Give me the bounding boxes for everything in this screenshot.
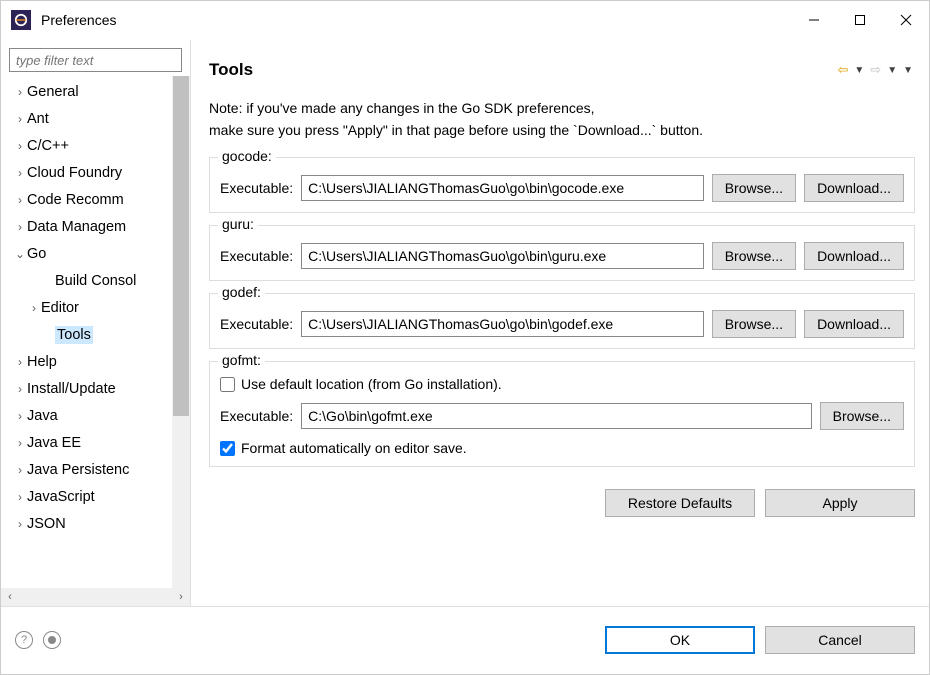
nav-forward-icon[interactable]: ⇨ xyxy=(868,62,883,78)
guru-download-button[interactable]: Download... xyxy=(804,242,904,270)
dialog-footer: ? OK Cancel xyxy=(1,606,929,672)
tree-item-cpp[interactable]: ›C/C++ xyxy=(1,132,170,159)
gofmt-browse-button[interactable]: Browse... xyxy=(820,402,904,430)
tree-item-tools[interactable]: ›Tools xyxy=(1,321,170,348)
title-bar: Preferences xyxy=(1,1,929,39)
nav-back-icon[interactable]: ⇦ xyxy=(835,62,850,78)
nav-menu-icon[interactable]: ▼ xyxy=(901,65,915,76)
group-title-guru: guru: xyxy=(218,216,258,232)
group-guru: guru: Executable: Browse... Download... xyxy=(209,225,915,281)
cancel-button[interactable]: Cancel xyxy=(765,626,915,654)
guru-browse-button[interactable]: Browse... xyxy=(712,242,796,270)
tree-item-cloud-foundry[interactable]: ›Cloud Foundry xyxy=(1,159,170,186)
preferences-sidebar: ›General ›Ant ›C/C++ ›Cloud Foundry ›Cod… xyxy=(1,40,191,606)
tree-item-editor[interactable]: ›Editor xyxy=(1,294,170,321)
tree-item-java-persist[interactable]: ›Java Persistenc xyxy=(1,456,170,483)
group-gocode: gocode: Executable: Browse... Download..… xyxy=(209,157,915,213)
tree-item-go[interactable]: ⌄Go xyxy=(1,240,170,267)
godef-download-button[interactable]: Download... xyxy=(804,310,904,338)
chevron-down-icon: ⌄ xyxy=(13,247,27,261)
tree-item-general[interactable]: ›General xyxy=(1,78,170,105)
gofmt-use-default-label: Use default location (from Go installati… xyxy=(241,376,502,392)
tree-scrollbar[interactable] xyxy=(172,76,190,588)
gofmt-path-input[interactable] xyxy=(301,403,811,429)
group-title-gocode: gocode: xyxy=(218,148,276,164)
tree-item-java-ee[interactable]: ›Java EE xyxy=(1,429,170,456)
scrollbar-thumb[interactable] xyxy=(173,76,189,416)
window-title: Preferences xyxy=(41,12,116,28)
godef-browse-button[interactable]: Browse... xyxy=(712,310,796,338)
gofmt-format-on-save-checkbox[interactable] xyxy=(220,441,235,456)
minimize-button[interactable] xyxy=(791,1,837,39)
gocode-browse-button[interactable]: Browse... xyxy=(712,174,796,202)
nav-back-menu-icon[interactable]: ▼ xyxy=(852,65,866,76)
tree-item-code-recomm[interactable]: ›Code Recomm xyxy=(1,186,170,213)
apply-button[interactable]: Apply xyxy=(765,489,915,517)
note-text: Note: if you've made any changes in the … xyxy=(209,98,915,141)
gofmt-format-on-save-label: Format automatically on editor save. xyxy=(241,440,467,456)
guru-path-input[interactable] xyxy=(301,243,704,269)
gocode-path-input[interactable] xyxy=(301,175,704,201)
gofmt-use-default-checkbox[interactable] xyxy=(220,377,235,392)
horizontal-scrollbar[interactable]: ‹ › xyxy=(1,588,190,606)
eclipse-icon xyxy=(11,10,31,30)
maximize-button[interactable] xyxy=(837,1,883,39)
gocode-download-button[interactable]: Download... xyxy=(804,174,904,202)
tree-item-build-console[interactable]: ›Build Consol xyxy=(1,267,170,294)
group-title-godef: godef: xyxy=(218,284,265,300)
executable-label: Executable: xyxy=(220,316,293,332)
restore-defaults-button[interactable]: Restore Defaults xyxy=(605,489,755,517)
tree-item-java[interactable]: ›Java xyxy=(1,402,170,429)
import-export-icon[interactable] xyxy=(43,631,61,649)
filter-input[interactable] xyxy=(9,48,182,72)
executable-label: Executable: xyxy=(220,408,293,424)
scroll-right-arrow-icon[interactable]: › xyxy=(172,588,190,606)
tree-item-install-update[interactable]: ›Install/Update xyxy=(1,375,170,402)
scroll-left-arrow-icon[interactable]: ‹ xyxy=(1,588,19,606)
page-title: Tools xyxy=(209,60,253,80)
ok-button[interactable]: OK xyxy=(605,626,755,654)
group-gofmt: gofmt: Use default location (from Go ins… xyxy=(209,361,915,467)
tree-item-data-mgmt[interactable]: ›Data Managem xyxy=(1,213,170,240)
godef-path-input[interactable] xyxy=(301,311,704,337)
group-godef: godef: Executable: Browse... Download... xyxy=(209,293,915,349)
group-title-gofmt: gofmt: xyxy=(218,352,265,368)
tree-item-help[interactable]: ›Help xyxy=(1,348,170,375)
executable-label: Executable: xyxy=(220,248,293,264)
help-icon[interactable]: ? xyxy=(15,631,33,649)
tree-item-javascript[interactable]: ›JavaScript xyxy=(1,483,170,510)
tree-item-ant[interactable]: ›Ant xyxy=(1,105,170,132)
main-panel: Tools ⇦ ▼ ⇨ ▼ ▼ Note: if you've made any… xyxy=(191,40,929,606)
close-button[interactable] xyxy=(883,1,929,39)
preferences-tree[interactable]: ›General ›Ant ›C/C++ ›Cloud Foundry ›Cod… xyxy=(1,76,190,588)
nav-forward-menu-icon[interactable]: ▼ xyxy=(885,65,899,76)
tree-item-json[interactable]: ›JSON xyxy=(1,510,170,537)
header-nav: ⇦ ▼ ⇨ ▼ ▼ xyxy=(835,62,915,78)
executable-label: Executable: xyxy=(220,180,293,196)
